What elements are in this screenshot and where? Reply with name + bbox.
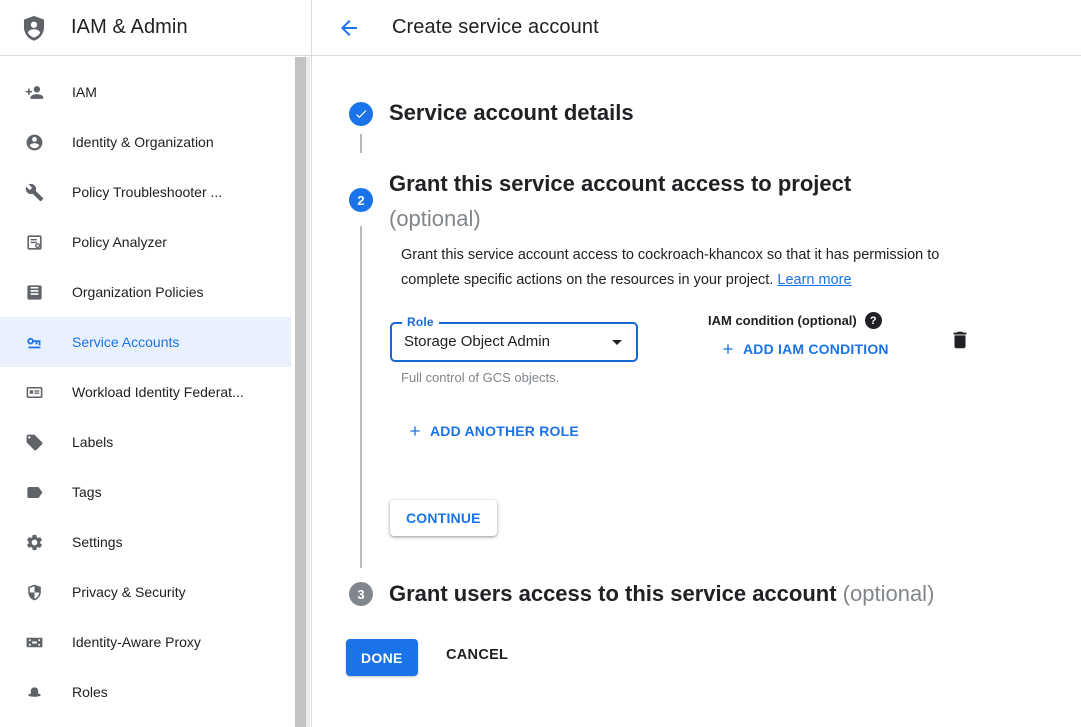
step3-optional-label: (optional)	[843, 581, 935, 606]
back-arrow-icon[interactable]	[337, 16, 361, 40]
cancel-button[interactable]: CANCEL	[446, 647, 508, 663]
sidebar-item-tags[interactable]: Tags	[0, 467, 291, 517]
sidebar-item-label: Settings	[72, 534, 123, 550]
sidebar-item-label: Workload Identity Federat...	[72, 384, 244, 400]
sidebar-nav: IAM Identity & Organization Policy Troub…	[0, 57, 291, 717]
scrollbar-track	[306, 57, 310, 727]
sidebar-item-label: Organization Policies	[72, 284, 204, 300]
step2-title: Grant this service account access to pro…	[389, 171, 851, 196]
tag-arrow-icon	[22, 482, 46, 502]
sidebar: IAM & Admin IAM Identity & Organization …	[0, 0, 312, 727]
wrench-icon	[22, 182, 46, 202]
product-title: IAM & Admin	[71, 16, 188, 39]
sidebar-item-workload-identity-federat[interactable]: Workload Identity Federat...	[0, 367, 291, 417]
sidebar-item-label: Labels	[72, 434, 113, 450]
sidebar-item-iam[interactable]: IAM	[0, 67, 291, 117]
sidebar-item-service-accounts[interactable]: Service Accounts	[0, 317, 291, 367]
sidebar-item-roles[interactable]: Roles	[0, 667, 291, 717]
scrollbar-thumb[interactable]	[295, 57, 306, 727]
learn-more-link[interactable]: Learn more	[777, 272, 851, 288]
step2-description: Grant this service account access to coc…	[401, 243, 989, 293]
dropdown-arrow-icon	[605, 330, 629, 354]
continue-button[interactable]: CONTINUE	[390, 500, 497, 536]
proxy-grid-icon	[22, 632, 46, 652]
stepper-connector	[360, 134, 362, 153]
policy-analyzer-doc-search-icon	[22, 232, 46, 252]
check-icon	[354, 107, 368, 121]
person-add-icon	[22, 82, 46, 102]
step1-title: Service account details	[389, 100, 634, 126]
sidebar-item-identity-aware-proxy[interactable]: Identity-Aware Proxy	[0, 617, 291, 667]
trash-icon[interactable]	[949, 328, 973, 352]
sidebar-item-privacy-security[interactable]: Privacy & Security	[0, 567, 291, 617]
iam-condition-label: IAM condition (optional)	[708, 313, 857, 328]
sidebar-header: IAM & Admin	[0, 0, 311, 56]
sidebar-item-label: Service Accounts	[72, 334, 179, 350]
done-button[interactable]: DONE	[346, 639, 418, 676]
sidebar-item-label: Identity & Organization	[72, 134, 214, 150]
iam-condition-header: IAM condition (optional)	[708, 312, 882, 329]
sidebar-item-policy-troubleshooter[interactable]: Policy Troubleshooter ...	[0, 167, 291, 217]
add-another-role-button[interactable]: ADD ANOTHER ROLE	[407, 423, 579, 439]
sidebar-item-settings[interactable]: Settings	[0, 517, 291, 567]
badge-card-icon	[22, 382, 46, 402]
service-account-key-icon	[22, 332, 46, 352]
sidebar-item-label: Roles	[72, 684, 108, 700]
page-header: Create service account	[312, 0, 1081, 56]
sidebar-scrollbar[interactable]	[292, 57, 310, 727]
sidebar-item-organization-policies[interactable]: Organization Policies	[0, 267, 291, 317]
label-tag-icon	[22, 432, 46, 452]
main-panel: Create service account Service account d…	[312, 0, 1081, 727]
shield-half-icon	[22, 582, 46, 602]
role-select[interactable]: Role Storage Object Admin	[390, 322, 638, 362]
gear-icon	[22, 532, 46, 552]
stepper-rail	[360, 226, 362, 568]
plus-icon	[407, 423, 423, 439]
plus-icon	[720, 341, 736, 357]
sidebar-item-label: IAM	[72, 84, 97, 100]
sidebar-item-label: Tags	[72, 484, 102, 500]
help-question-icon[interactable]	[865, 312, 882, 329]
step3-heading: Grant users access to this service accou…	[389, 581, 934, 607]
iam-shield-person-icon	[20, 14, 48, 42]
step2-optional-label: (optional)	[389, 201, 851, 236]
step3-number-badge: 3	[349, 582, 373, 606]
step2-heading: Grant this service account access to pro…	[389, 166, 851, 236]
sidebar-item-label: Policy Analyzer	[72, 234, 167, 250]
identity-person-circle-icon	[22, 132, 46, 152]
sidebar-item-label: Policy Troubleshooter ...	[72, 184, 222, 200]
page-title: Create service account	[392, 16, 599, 39]
wizard-content: Service account details 2 Grant this ser…	[312, 56, 1081, 727]
sidebar-item-identity-organization[interactable]: Identity & Organization	[0, 117, 291, 167]
add-iam-condition-button[interactable]: ADD IAM CONDITION	[720, 341, 889, 357]
step2-number-badge: 2	[349, 188, 373, 212]
step3-title: Grant users access to this service accou…	[389, 581, 837, 606]
sidebar-item-label: Privacy & Security	[72, 584, 186, 600]
sidebar-item-policy-analyzer[interactable]: Policy Analyzer	[0, 217, 291, 267]
role-helper-text: Full control of GCS objects.	[401, 370, 559, 385]
role-selected-value: Storage Object Admin	[404, 324, 550, 360]
hat-icon	[22, 682, 46, 702]
sidebar-item-labels[interactable]: Labels	[0, 417, 291, 467]
step1-complete-badge	[349, 102, 373, 126]
document-lines-icon	[22, 282, 46, 302]
sidebar-item-label: Identity-Aware Proxy	[72, 634, 201, 650]
